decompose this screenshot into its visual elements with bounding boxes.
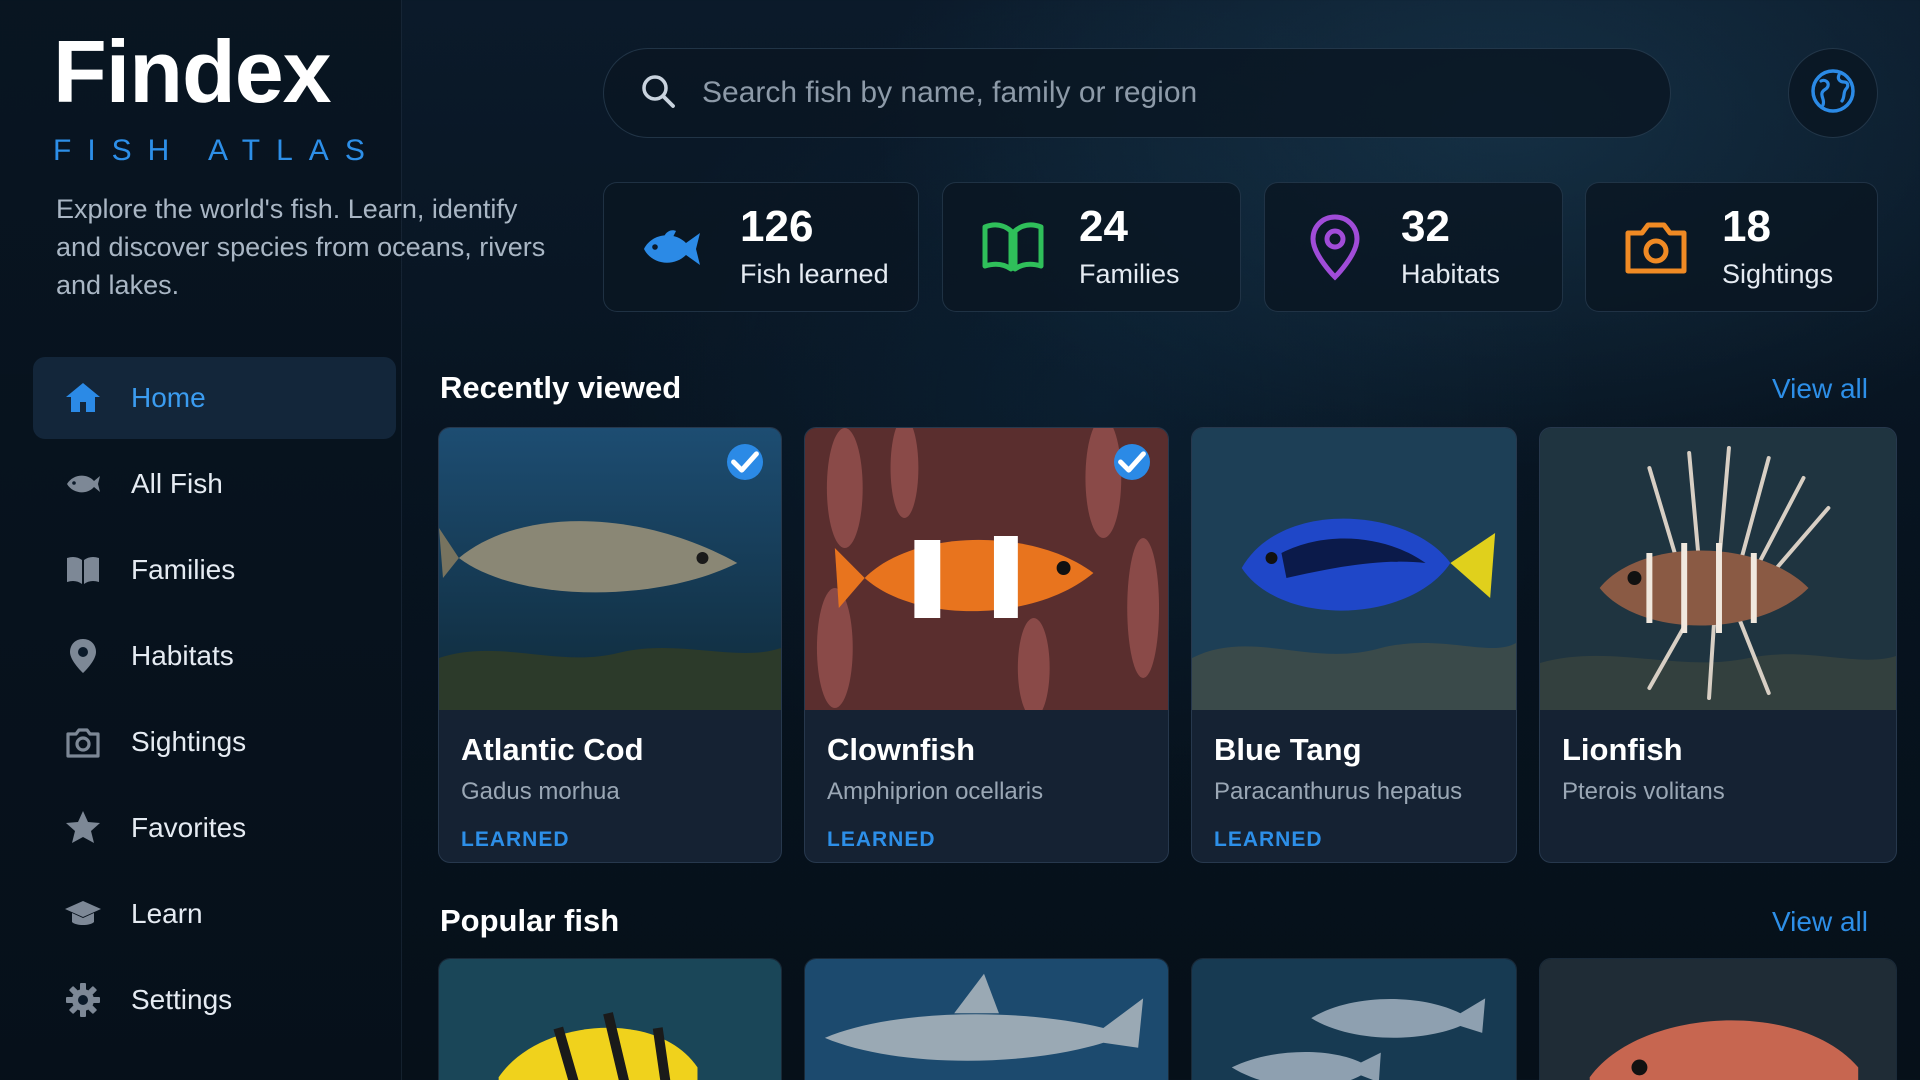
- stat-label: Fish learned: [740, 258, 889, 289]
- stat-families[interactable]: 24 Families: [942, 182, 1241, 312]
- brand: Findex FISH ATLAS: [53, 28, 381, 168]
- nav-item-all-fish[interactable]: All Fish: [33, 443, 396, 525]
- nav-item-learn[interactable]: Learn: [33, 873, 396, 955]
- app-subtitle: FISH ATLAS: [53, 134, 381, 167]
- fish-image: [805, 959, 1168, 1080]
- popular-fish-card[interactable]: [1539, 958, 1897, 1080]
- nav-item-label: Habitats: [131, 640, 234, 671]
- recently-viewed-view-all-link[interactable]: View all: [1772, 373, 1868, 405]
- stat-label: Habitats: [1401, 258, 1501, 289]
- nav-item-label: All Fish: [131, 468, 223, 499]
- tagline: Explore the world's fish. Learn, identif…: [56, 194, 546, 300]
- fish-scientific-name: Pterois volitans: [1562, 778, 1725, 805]
- fish-image: [1192, 428, 1516, 710]
- popular-fish-card[interactable]: [438, 958, 782, 1080]
- fish-icon: [61, 462, 105, 506]
- main-nav: Home All Fish Families Habitats Sighting…: [33, 357, 396, 1045]
- nav-item-label: Learn: [131, 898, 203, 929]
- stat-label: Sightings: [1722, 258, 1834, 289]
- popular-fish-title: Popular fish: [440, 903, 620, 938]
- popular-fish-card[interactable]: [804, 958, 1169, 1080]
- fish-image: [1540, 428, 1896, 710]
- fish-card-clownfish[interactable]: Clownfish Amphiprion ocellaris LEARNED: [804, 427, 1169, 863]
- fish-name: Lionfish: [1562, 732, 1683, 767]
- fish-scientific-name: Amphiprion ocellaris: [827, 778, 1044, 805]
- stat-value: 24: [1079, 201, 1128, 251]
- nav-item-label: Home: [131, 382, 206, 413]
- fish-image: [439, 959, 781, 1080]
- map-pin-icon: [61, 634, 105, 678]
- fish-scientific-name: Paracanthurus hepatus: [1214, 778, 1463, 805]
- nav-item-sightings[interactable]: Sightings: [33, 701, 396, 783]
- stat-fish-learned[interactable]: 126 Fish learned: [603, 182, 919, 312]
- book-icon: [61, 548, 105, 592]
- camera-icon: [1616, 207, 1696, 287]
- fish-name: Clownfish: [827, 732, 976, 767]
- search-input[interactable]: [702, 76, 1670, 110]
- nav-item-habitats[interactable]: Habitats: [33, 615, 396, 697]
- graduation-cap-icon: [61, 892, 105, 936]
- gear-icon: [61, 978, 105, 1022]
- camera-icon: [61, 720, 105, 764]
- fish-image: [1192, 959, 1516, 1080]
- search-bar[interactable]: [603, 48, 1671, 138]
- book-icon: [973, 207, 1053, 287]
- stat-habitats[interactable]: 32 Habitats: [1264, 182, 1563, 312]
- home-icon: [61, 376, 105, 420]
- stat-sightings[interactable]: 18 Sightings: [1585, 182, 1878, 312]
- fish-image: [1540, 959, 1896, 1080]
- fish-scientific-name: Gadus morhua: [461, 778, 620, 805]
- map-pin-icon: [1295, 207, 1375, 287]
- nav-item-families[interactable]: Families: [33, 529, 396, 611]
- recently-viewed-title: Recently viewed: [440, 370, 682, 405]
- nav-item-label: Sightings: [131, 726, 247, 757]
- stat-label: Families: [1079, 258, 1180, 289]
- learned-badge: LEARNED: [827, 828, 936, 851]
- nav-item-label: Favorites: [131, 812, 247, 843]
- language-button[interactable]: [1788, 48, 1878, 138]
- nav-item-label: Families: [131, 554, 236, 585]
- globe-icon: [1809, 67, 1857, 120]
- nav-item-favorites[interactable]: Favorites: [33, 787, 396, 869]
- search-icon: [638, 71, 678, 116]
- learned-check-icon: [727, 444, 763, 480]
- nav-item-settings[interactable]: Settings: [33, 959, 396, 1041]
- stat-value: 126: [740, 201, 814, 251]
- stat-value: 32: [1401, 201, 1450, 251]
- fish-card-lionfish[interactable]: Lionfish Pterois volitans: [1539, 427, 1897, 863]
- learned-check-icon: [1114, 444, 1150, 480]
- stat-value: 18: [1722, 201, 1771, 251]
- nav-item-home[interactable]: Home: [33, 357, 396, 439]
- fish-name: Atlantic Cod: [461, 732, 644, 767]
- popular-fish-view-all-link[interactable]: View all: [1772, 906, 1868, 938]
- learned-badge: LEARNED: [1214, 828, 1323, 851]
- learned-badge: LEARNED: [461, 828, 570, 851]
- fish-icon: [634, 207, 714, 287]
- fish-card-atlantic-cod[interactable]: Atlantic Cod Gadus morhua LEARNED: [438, 427, 782, 863]
- nav-item-label: Settings: [131, 984, 233, 1015]
- app-name: Findex: [53, 22, 332, 121]
- fish-image: [805, 428, 1168, 710]
- popular-fish-card[interactable]: [1191, 958, 1517, 1080]
- fish-name: Blue Tang: [1214, 732, 1362, 767]
- sidebar: Findex FISH ATLAS Home All Fish Families: [0, 0, 402, 1080]
- star-icon: [61, 806, 105, 850]
- fish-card-blue-tang[interactable]: Blue Tang Paracanthurus hepatus LEARNED: [1191, 427, 1517, 863]
- fish-image: [439, 428, 781, 710]
